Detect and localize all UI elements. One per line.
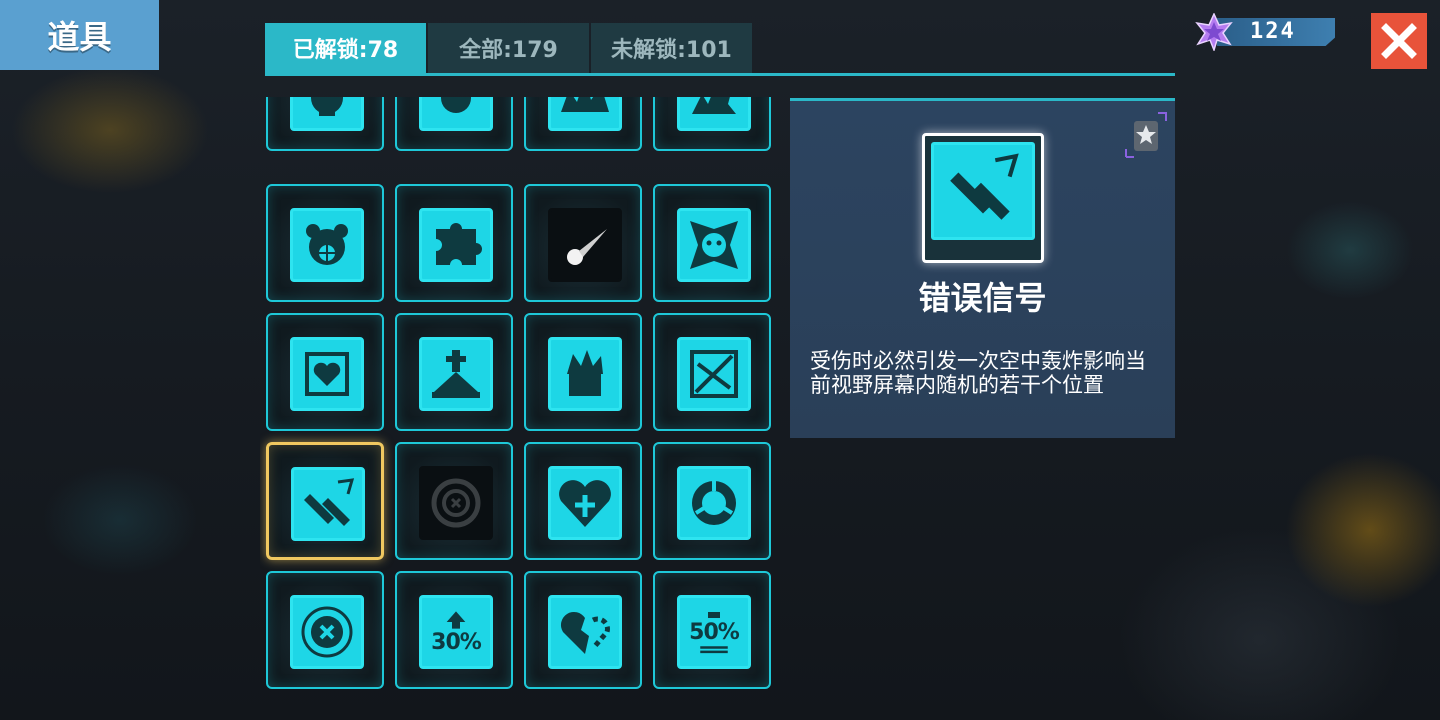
arrow-up-percent-icon: 30% (419, 595, 493, 669)
item-cell-comet[interactable] (524, 184, 642, 302)
bear-target-icon (290, 208, 364, 282)
item-cell-broken-heart[interactable] (524, 571, 642, 689)
broken-heart-icon (548, 595, 622, 669)
item-cell-target-ring[interactable] (395, 442, 513, 560)
explosion-icon (548, 97, 622, 131)
target-ring-icon (419, 466, 493, 540)
item-description: 受伤时必然引发一次空中轰炸影响当前视野屏幕内随机的若干个位置 (810, 349, 1146, 397)
pot-icon (290, 97, 364, 131)
item-detail-panel: 错误信号 受伤时必然引发一次空中轰炸影响当前视野屏幕内随机的若干个位置 (790, 98, 1175, 438)
face-shield-icon (677, 208, 751, 282)
item-cell-cancel-circle[interactable] (266, 571, 384, 689)
fire-box-icon (548, 337, 622, 411)
ring-icon (677, 466, 751, 540)
item-percent-label: 50% (689, 619, 740, 645)
silver-star-badge-icon (1125, 112, 1167, 158)
grave-icon (419, 337, 493, 411)
item-cell-broken-bow[interactable] (653, 313, 771, 431)
item-cell-fire-box[interactable] (524, 313, 642, 431)
item-cell-ring[interactable] (653, 442, 771, 560)
missile-strike-icon (677, 97, 751, 131)
tab-locked[interactable]: 未解锁:101 (591, 23, 752, 73)
item-name: 错误信号 (918, 279, 1047, 317)
comet-icon (548, 208, 622, 282)
heart-chip-icon (290, 337, 364, 411)
flame-ball-icon (419, 97, 493, 131)
bombs-icon (931, 142, 1035, 240)
heart-cross-icon (548, 466, 622, 540)
item-cell-missile-strike[interactable] (653, 97, 771, 151)
item-cell-bombs[interactable] (266, 442, 384, 560)
battery-percent-icon: 50% (677, 595, 751, 669)
item-cell-puzzle[interactable] (395, 184, 513, 302)
page-title: 道具 (0, 0, 159, 70)
close-icon (1381, 23, 1417, 59)
item-grid[interactable]: 30% 50% (260, 97, 780, 720)
puzzle-icon (419, 208, 493, 282)
purple-star-icon (1195, 13, 1233, 51)
tab-underline (265, 73, 1175, 76)
item-cell-pot[interactable] (266, 97, 384, 151)
item-cell-bear-target[interactable] (266, 184, 384, 302)
close-button[interactable] (1371, 13, 1427, 69)
item-cell-flame-ball[interactable] (395, 97, 513, 151)
item-cell-explosion[interactable] (524, 97, 642, 151)
broken-bow-icon (677, 337, 751, 411)
tab-unlocked[interactable]: 已解锁:78 (265, 23, 426, 73)
currency-display: 124 (1195, 13, 1335, 51)
item-cell-heart-cross[interactable] (524, 442, 642, 560)
tab-all[interactable]: 全部:179 (428, 23, 589, 73)
bombs-icon (291, 467, 365, 541)
detail-icon-frame (922, 133, 1044, 263)
item-cell-arrow-up-percent[interactable]: 30% (395, 571, 513, 689)
item-cell-heart-chip[interactable] (266, 313, 384, 431)
cancel-circle-icon (290, 595, 364, 669)
item-cell-battery-percent[interactable]: 50% (653, 571, 771, 689)
item-percent-label: 30% (431, 629, 482, 655)
tab-bar: 已解锁:78 全部:179 未解锁:101 (265, 23, 752, 73)
currency-value: 124 (1250, 19, 1296, 44)
item-cell-face-shield[interactable] (653, 184, 771, 302)
item-cell-grave[interactable] (395, 313, 513, 431)
